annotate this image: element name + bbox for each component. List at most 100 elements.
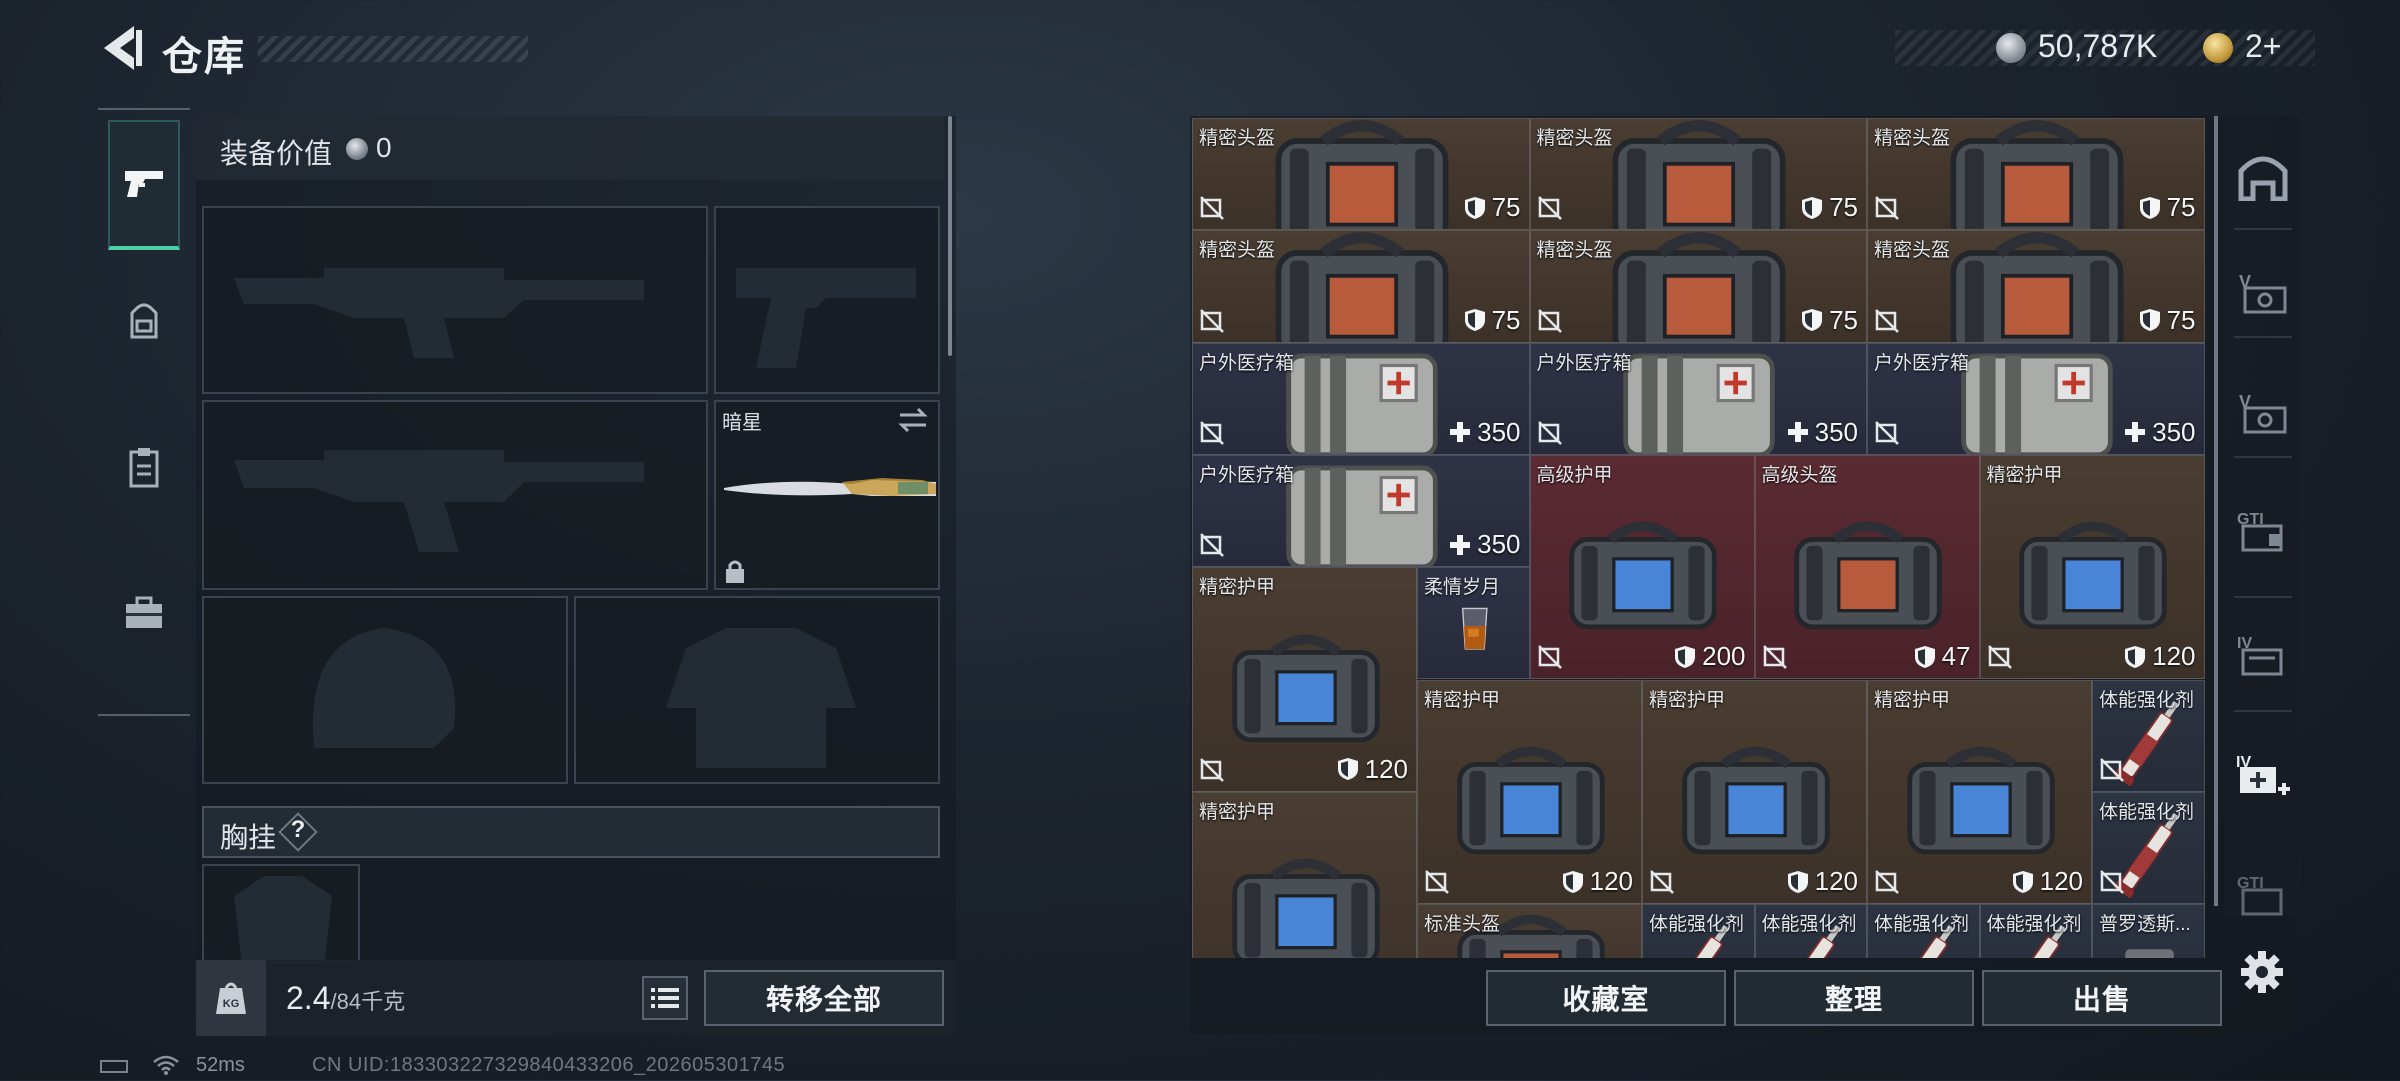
weight-icon: KG — [214, 978, 248, 1016]
ticket-icon — [2203, 33, 2233, 63]
v-case-2-icon: V — [2235, 388, 2291, 438]
storage-item-cell[interactable]: 精密护甲120 — [1980, 455, 2205, 680]
storage-item-cell[interactable]: 标准头盔 — [1417, 904, 1642, 958]
storage-item-cell[interactable]: 精密护甲120 — [1192, 567, 1417, 792]
organize-button[interactable]: 整理 — [1734, 970, 1974, 1026]
storage-item-cell[interactable]: 精密头盔 75 — [1192, 118, 1530, 230]
item-value-text: 120 — [1365, 754, 1408, 785]
storage-item-cell[interactable]: 体能强化剂 — [1755, 904, 1868, 958]
armor-bag-icon — [1675, 732, 1837, 862]
shield-icon — [1464, 196, 1486, 220]
plus-icon — [1787, 420, 1809, 444]
storage-item-cell[interactable]: 户外医疗箱350 — [1867, 343, 2205, 455]
storage-item-cell[interactable]: 高级头盔47 — [1755, 455, 1980, 680]
medkit-icon — [1277, 343, 1447, 455]
list-view-button[interactable] — [642, 976, 688, 1020]
knife-icon — [722, 474, 936, 504]
rail-safehouse[interactable] — [2228, 142, 2298, 212]
swap-icon[interactable] — [896, 406, 930, 434]
item-name: 高级护甲 — [1537, 460, 1613, 487]
primary-weapon-slot-2[interactable] — [202, 400, 708, 590]
storage-item-cell[interactable]: 户外医疗箱350 — [1192, 343, 1530, 455]
helmet-bag-icon — [1604, 230, 1794, 342]
back-button[interactable] — [98, 22, 144, 74]
pistol-silhouette-icon — [716, 208, 940, 394]
medkit-icon — [1614, 343, 1784, 455]
equip-value-label: 装备价值 — [220, 132, 332, 172]
melee-slot[interactable]: 暗星 — [714, 400, 940, 590]
rail-v-case[interactable]: V — [2228, 258, 2298, 328]
item-value-text: 75 — [1829, 192, 1858, 223]
loadout-scrollbar[interactable] — [948, 116, 952, 356]
storage-item-cell[interactable]: 精密护甲120 — [1417, 680, 1642, 905]
no-trade-icon — [1874, 308, 1900, 334]
ping-readout: 52ms — [196, 1054, 245, 1077]
rail-divider — [2234, 710, 2292, 712]
storage-item-cell[interactable]: 户外医疗箱350 — [1530, 343, 1868, 455]
settings-button[interactable] — [2240, 950, 2284, 999]
rail-iv-add-case[interactable]: IV — [2228, 740, 2298, 810]
storage-item-cell[interactable]: 普罗透斯... — [2092, 904, 2205, 958]
shield-icon — [1674, 645, 1696, 669]
tab-backpack[interactable] — [108, 256, 180, 386]
no-trade-icon — [1537, 420, 1563, 446]
armor-silhouette-icon — [576, 598, 940, 784]
storage-item-cell[interactable]: 精密头盔 75 — [1530, 118, 1868, 230]
storage-item-cell[interactable]: 精密头盔75 — [1867, 230, 2205, 342]
storage-item-cell[interactable]: 体能强化剂 — [1867, 904, 1980, 958]
weight-max: /84千克 — [330, 989, 405, 1014]
storage-item-cell[interactable]: 柔情岁月 — [1417, 567, 1530, 679]
plus-icon — [2124, 420, 2146, 444]
chest-rig-slot[interactable] — [202, 864, 360, 964]
chest-rig-silhouette-icon — [204, 866, 360, 964]
tab-weapon[interactable] — [108, 120, 180, 250]
ticket-balance[interactable]: 2+ — [2245, 28, 2281, 65]
svg-text:KG: KG — [223, 998, 240, 1010]
collection-room-button[interactable]: 收藏室 — [1486, 970, 1726, 1026]
weight-value: 2.4 — [286, 980, 330, 1016]
storage-item-cell[interactable]: 精密护甲120 — [1867, 680, 2092, 905]
armor-slot[interactable] — [574, 596, 940, 784]
helmet-bag-icon — [1267, 230, 1457, 342]
help-mark: ? — [290, 816, 306, 844]
storage-item-cell[interactable]: 户外医疗箱350 — [1192, 455, 1530, 567]
storage-item-cell[interactable]: 精密头盔75 — [1867, 118, 2205, 230]
transfer-all-button[interactable]: 转移全部 — [704, 970, 944, 1026]
storage-item-cell[interactable]: 精密头盔75 — [1530, 230, 1868, 342]
storage-item-cell[interactable]: 高级护甲200 — [1530, 455, 1755, 680]
storage-item-cell[interactable]: 体能强化剂 — [2092, 680, 2205, 792]
gti-case-2-icon: GTI — [2235, 870, 2291, 920]
storage-item-cell[interactable]: 体能强化剂 — [1980, 904, 2093, 958]
helmet-silhouette-icon — [204, 598, 568, 784]
rail-divider — [2234, 456, 2292, 458]
storage-grid: 精密头盔75精密头盔75精密头盔75精密头盔75精密头盔75精密头盔75户外医疗… — [1192, 118, 2206, 958]
rifle-silhouette-icon — [204, 402, 708, 590]
item-name: 精密头盔 — [1199, 123, 1275, 150]
item-value-text: 75 — [1492, 192, 1521, 223]
helmet-bag-icon — [1942, 118, 2132, 230]
item-name: 精密头盔 — [1537, 123, 1613, 150]
storage-item-cell[interactable]: 精密护甲120 — [1642, 680, 1867, 905]
storage-item-cell[interactable]: 精密护甲 — [1192, 792, 1417, 958]
armor-bag-big-icon — [1562, 507, 1724, 637]
rail-gti-case[interactable]: GTI — [2228, 496, 2298, 566]
gear-icon — [2240, 950, 2284, 994]
no-trade-icon — [1199, 420, 1225, 446]
drink-icon — [1441, 595, 1509, 662]
tab-vest[interactable] — [108, 402, 180, 532]
rail-v-case-2[interactable]: V — [2228, 378, 2298, 448]
no-trade-icon — [2099, 757, 2125, 783]
tab-toolbox[interactable] — [108, 548, 180, 678]
list-icon — [651, 986, 679, 1010]
storage-scrollbar[interactable] — [2214, 116, 2218, 906]
storage-item-cell[interactable]: 体能强化剂 — [1642, 904, 1755, 958]
sidearm-slot[interactable] — [714, 206, 940, 394]
primary-weapon-slot-1[interactable] — [202, 206, 708, 394]
helmet-slot[interactable] — [202, 596, 568, 784]
rail-gti-case-2[interactable]: GTI — [2228, 860, 2298, 930]
coin-balance: 50,787K — [2038, 28, 2157, 65]
storage-item-cell[interactable]: 精密头盔75 — [1192, 230, 1530, 342]
storage-item-cell[interactable]: 体能强化剂 — [2092, 792, 2205, 904]
sell-button[interactable]: 出售 — [1982, 970, 2222, 1026]
rail-iv-case[interactable]: IV — [2228, 620, 2298, 690]
